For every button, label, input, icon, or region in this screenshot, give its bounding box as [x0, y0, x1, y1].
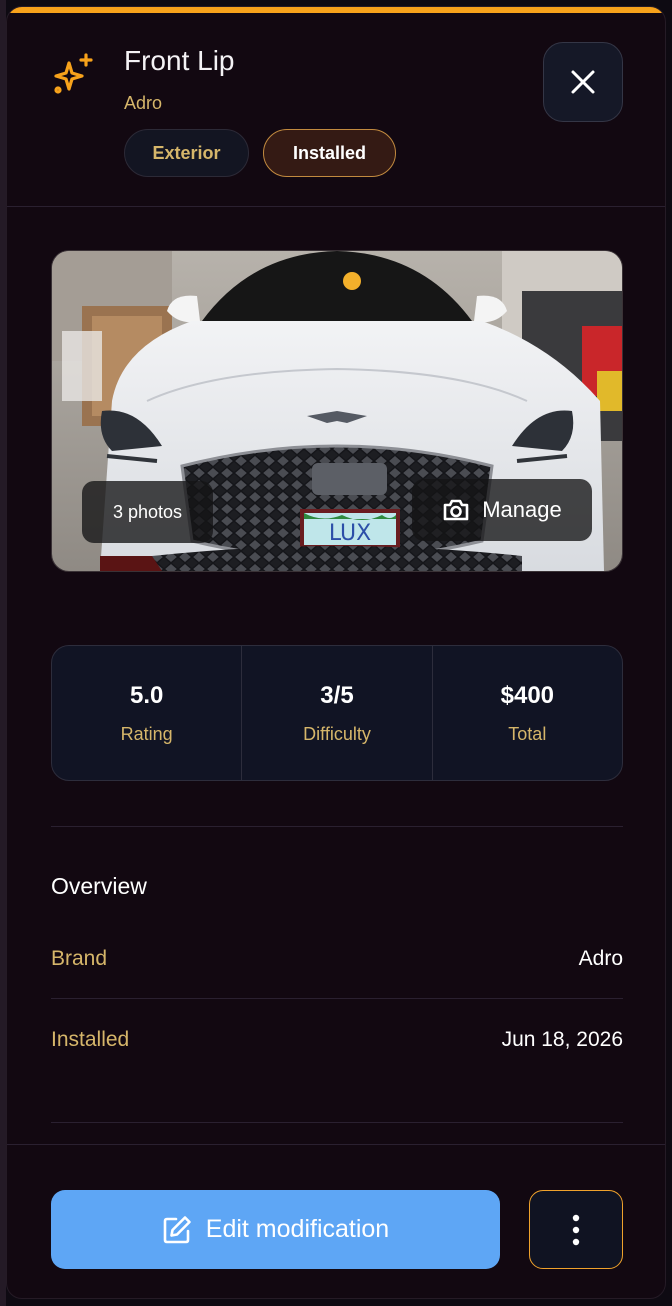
more-options-button[interactable] — [529, 1190, 623, 1269]
overview-key: Brand — [51, 947, 108, 970]
category-chip[interactable]: Exterior — [124, 129, 249, 177]
stat-value: 5.0 — [129, 681, 164, 709]
stat-label: Difficulty — [303, 723, 371, 744]
overview-row-brand: Brand Adro — [51, 939, 623, 979]
manage-photos-button[interactable]: Manage — [412, 479, 592, 541]
more-vertical-icon — [572, 1214, 580, 1245]
camera-icon — [443, 499, 469, 521]
modification-detail-sheet: Front Lip Adro Exterior Installed LUX 3 … — [6, 6, 666, 1299]
row-divider — [51, 998, 623, 999]
stat-rating: 5.0 Rating — [52, 646, 241, 780]
overview-divider-top — [51, 826, 623, 827]
stat-value: 3/5 — [320, 681, 354, 709]
modification-brand: Adro — [124, 93, 163, 113]
footer-divider — [7, 1144, 665, 1145]
status-chip[interactable]: Installed — [263, 129, 396, 177]
overview-heading: Overview — [51, 873, 147, 899]
overview-value: Adro — [578, 947, 623, 970]
accent-top-bar — [7, 7, 665, 13]
modification-title: Front Lip — [124, 45, 235, 76]
edit-icon — [163, 1215, 191, 1243]
overview-key: Installed — [51, 1028, 130, 1051]
stats-card: 5.0 Rating 3/5 Difficulty $400 Total — [51, 645, 623, 781]
manage-photos-label: Manage — [482, 497, 562, 522]
modification-photo[interactable]: LUX 3 photos Manage — [51, 250, 623, 572]
stat-label: Rating — [120, 723, 173, 744]
edit-modification-label: Edit modification — [205, 1215, 390, 1243]
edit-modification-button[interactable]: Edit modification — [51, 1190, 500, 1269]
overview-divider-bottom — [51, 1122, 623, 1123]
overview-row-installed: Installed Jun 18, 2026 — [51, 1020, 623, 1060]
stat-value: $400 — [500, 681, 555, 709]
stat-label: Total — [508, 723, 547, 744]
photo-count-badge: 3 photos — [82, 481, 213, 543]
stat-total: $400 Total — [431, 646, 622, 780]
sparkle-icon — [51, 51, 97, 97]
overview-value: Jun 18, 2026 — [501, 1028, 623, 1051]
close-button[interactable] — [543, 42, 623, 122]
header-divider — [7, 206, 665, 207]
license-plate-text: LUX — [329, 521, 371, 546]
stat-difficulty: 3/5 Difficulty — [241, 646, 431, 780]
close-icon — [571, 70, 595, 94]
